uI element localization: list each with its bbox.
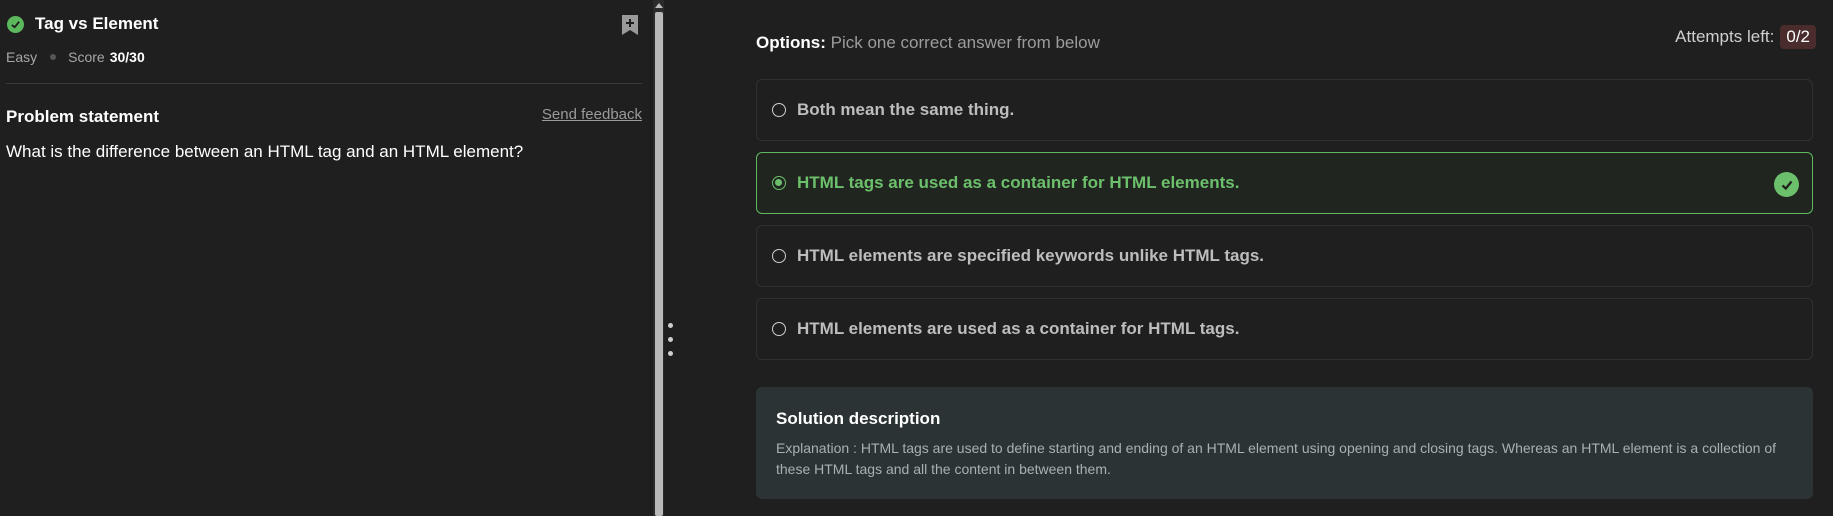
option-text: HTML elements are specified keywords unl… [797, 246, 1265, 265]
scrollbar-thumb[interactable] [655, 12, 663, 516]
problem-title-row: Tag vs Element [7, 14, 158, 34]
answer-option[interactable]: Both mean the same thing. [756, 79, 1813, 141]
attempts-label: Attempts left: [1675, 27, 1775, 46]
solution-text: Explanation : HTML tags are used to defi… [776, 440, 1777, 477]
options-header: Options: Pick one correct answer from be… [756, 33, 1100, 53]
drag-handle-dot [668, 351, 673, 356]
problem-title: Tag vs Element [35, 14, 159, 33]
difficulty-label: Easy [6, 49, 38, 65]
options-hint: Pick one correct answer from below [830, 33, 1100, 52]
answer-option[interactable]: HTML elements are specified keywords unl… [756, 225, 1813, 287]
attempts-badge: 0/2 [1780, 25, 1816, 49]
problem-meta: Easy Score 30/30 [6, 49, 145, 65]
solution-heading: Solution description [776, 409, 941, 428]
send-feedback-link[interactable]: Send feedback [542, 106, 642, 123]
score-value: 30/30 [109, 49, 145, 65]
answer-option-correct[interactable]: HTML tags are used as a container for HT… [756, 152, 1813, 214]
drag-handle-dot [668, 337, 673, 342]
correct-check-icon [1774, 172, 1799, 197]
radio-button[interactable] [772, 103, 786, 117]
answer-option[interactable]: HTML elements are used as a container fo… [756, 298, 1813, 360]
separator-dot [50, 54, 57, 60]
question-text: What is the difference between an HTML t… [6, 142, 524, 161]
answer-panel: Options: Pick one correct answer from be… [676, 0, 1833, 516]
solved-check-icon [7, 15, 24, 33]
scroll-up-arrow-icon[interactable] [655, 3, 663, 8]
options-label: Options: [756, 33, 826, 52]
drag-handle-dot [668, 323, 673, 328]
radio-button[interactable] [772, 322, 786, 336]
option-text: HTML elements are used as a container fo… [797, 319, 1240, 338]
bookmark-add-icon[interactable] [620, 14, 640, 36]
panel-resize-handle[interactable] [664, 0, 676, 516]
radio-button[interactable] [772, 249, 786, 263]
option-text: HTML tags are used as a container for HT… [797, 173, 1240, 192]
solution-box: Solution description Explanation : HTML … [756, 387, 1813, 499]
divider [6, 83, 642, 84]
problem-statement-heading: Problem statement [6, 107, 160, 126]
problem-panel: Tag vs Element Easy Score 30/30 Problem … [0, 0, 653, 516]
score-label: Score [68, 49, 105, 65]
option-text: Both mean the same thing. [797, 100, 1015, 119]
radio-button-selected[interactable] [772, 176, 786, 190]
attempts-left: Attempts left: 0/2 [1675, 25, 1816, 49]
